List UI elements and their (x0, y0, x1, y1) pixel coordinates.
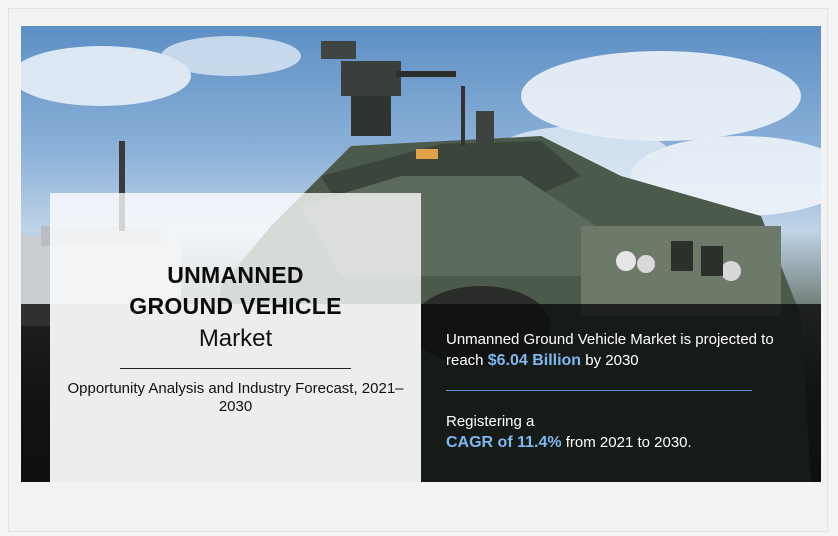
title-line-1: UNMANNED (167, 262, 304, 288)
cagr-suffix: from 2021 to 2030. (561, 434, 692, 451)
subtitle: Opportunity Analysis and Industry Foreca… (67, 380, 404, 415)
cagr-prefix: Registering a (446, 413, 535, 430)
title-divider (120, 368, 351, 369)
market-projection: Unmanned Ground Vehicle Market is projec… (446, 329, 806, 371)
info-separator (446, 390, 752, 391)
title-line-3: Market (198, 325, 273, 352)
cagr-value: CAGR of 11.4% (446, 434, 562, 451)
cagr-statement: Registering a CAGR of 11.4% from 2021 to… (446, 411, 806, 453)
projection-suffix: by 2030 (581, 352, 639, 369)
projection-value: $6.04 Billion (487, 352, 582, 369)
market-banner: UNMANNED GROUND VEHICLE Market Opportuni… (21, 26, 821, 482)
title-line-2: GROUND VEHICLE (129, 293, 342, 319)
title-card: UNMANNED GROUND VEHICLE Market Opportuni… (50, 193, 421, 482)
